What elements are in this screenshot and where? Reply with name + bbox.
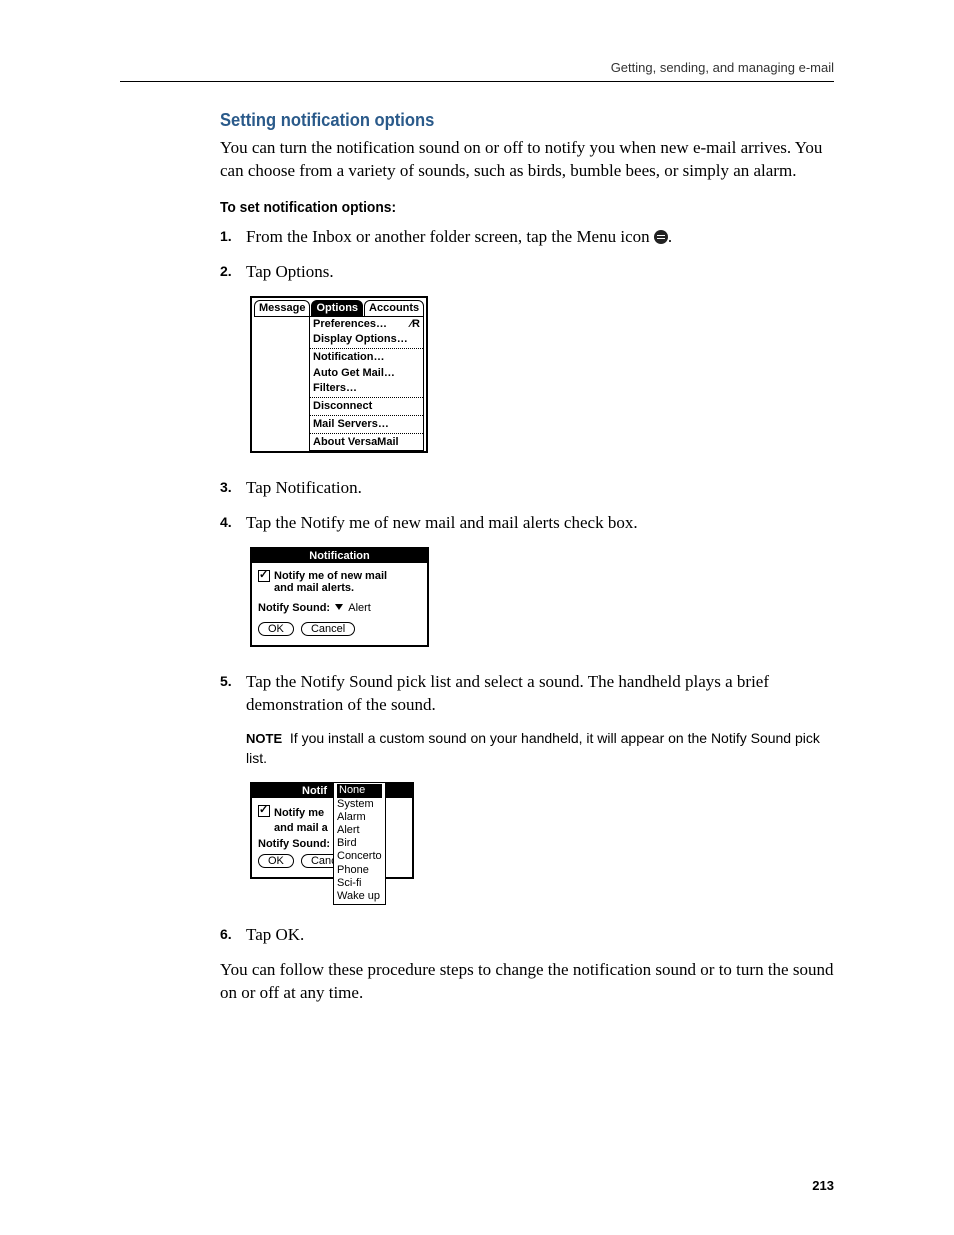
step-number: 4. <box>220 512 246 535</box>
step-5: 5. Tap the Notify Sound pick list and se… <box>220 671 834 717</box>
palm-notification-dialog: Notification Notify me of new mail and m… <box>250 547 429 647</box>
step-number: 2. <box>220 261 246 284</box>
ok-button: OK <box>258 854 294 868</box>
dialog-title: Notification <box>252 549 427 563</box>
step-4: 4. Tap the Notify me of new mail and mai… <box>220 512 834 535</box>
palm-tab-accounts: Accounts <box>364 300 424 317</box>
step-text: Tap OK. <box>246 924 834 947</box>
ok-button: OK <box>258 622 294 636</box>
step-text: Tap the Notify Sound pick list and selec… <box>246 671 834 717</box>
sound-option-scifi: Sci-fi <box>337 877 382 890</box>
notify-checkbox-label: Notify me of new mail and mail alerts. <box>274 570 404 594</box>
palm-tab-message: Message <box>254 300 310 317</box>
sound-option-alarm: Alarm <box>337 811 382 824</box>
menu-item-preferences: Preferences…⁄R <box>310 317 423 332</box>
sound-option-wakeup: Wake up <box>337 890 382 903</box>
palm-tab-options: Options <box>311 300 363 317</box>
dropdown-icon <box>335 604 343 610</box>
step-number: 5. <box>220 671 246 717</box>
menu-item-auto-get-mail: Auto Get Mail… <box>310 366 423 381</box>
step-1-text-b: . <box>668 227 672 246</box>
page-number: 213 <box>812 1178 834 1193</box>
menu-item-about: About VersaMail <box>310 435 423 450</box>
step-1: 1. From the Inbox or another folder scre… <box>220 226 834 249</box>
notify-checkbox <box>258 570 270 582</box>
sound-option-system: System <box>337 798 382 811</box>
header-rule <box>120 81 834 82</box>
notify-sound-value: Alert <box>348 602 371 614</box>
step-text: Tap Options. <box>246 261 834 284</box>
dialog-title: Notif <box>252 784 412 798</box>
sound-option-bird: Bird <box>337 837 382 850</box>
menu-item-mail-servers: Mail Servers… <box>310 417 423 432</box>
step-text: From the Inbox or another folder screen,… <box>246 226 834 249</box>
step-2: 2. Tap Options. <box>220 261 834 284</box>
page-header: Getting, sending, and managing e-mail <box>120 60 834 75</box>
step-text: Tap the Notify me of new mail and mail a… <box>246 512 834 535</box>
menu-item-display-options: Display Options… <box>310 332 423 347</box>
step-number: 6. <box>220 924 246 947</box>
note: NOTE If you install a custom sound on yo… <box>246 729 834 768</box>
note-body: If you install a custom sound on your ha… <box>246 730 820 766</box>
sound-option-none: None <box>337 784 382 797</box>
menu-item-notification: Notification… <box>310 350 423 365</box>
menu-icon <box>654 230 668 244</box>
step-1-text-a: From the Inbox or another folder screen,… <box>246 227 654 246</box>
cancel-button: Cancel <box>301 622 355 636</box>
sound-option-alert: Alert <box>337 824 382 837</box>
palm-notification-dialog-expanded: Notif Notify me ail and mail a Notify So… <box>250 782 414 879</box>
step-number: 1. <box>220 226 246 249</box>
notify-sound-label: Notify Sound: <box>258 602 330 614</box>
sound-picklist: None System Alarm Alert Bird Concerto Ph… <box>333 782 386 905</box>
section-title: Setting notification options <box>220 110 785 131</box>
procedure-title: To set notification options: <box>220 199 785 216</box>
step-text: Tap Notification. <box>246 477 834 500</box>
sound-option-phone: Phone <box>337 864 382 877</box>
menu-item-filters: Filters… <box>310 381 423 396</box>
closing-paragraph: You can follow these procedure steps to … <box>220 959 834 1005</box>
menu-item-disconnect: Disconnect <box>310 399 423 414</box>
partial-text: Notify me <box>274 807 324 819</box>
step-number: 3. <box>220 477 246 500</box>
note-label: NOTE <box>246 731 282 746</box>
step-6: 6. Tap OK. <box>220 924 834 947</box>
intro-paragraph: You can turn the notification sound on o… <box>220 137 834 183</box>
palm-options-menu: Message Options Accounts Preferences…⁄R … <box>250 296 428 454</box>
sound-option-concerto: Concerto <box>337 850 382 863</box>
step-3: 3. Tap Notification. <box>220 477 834 500</box>
notify-checkbox <box>258 805 270 817</box>
